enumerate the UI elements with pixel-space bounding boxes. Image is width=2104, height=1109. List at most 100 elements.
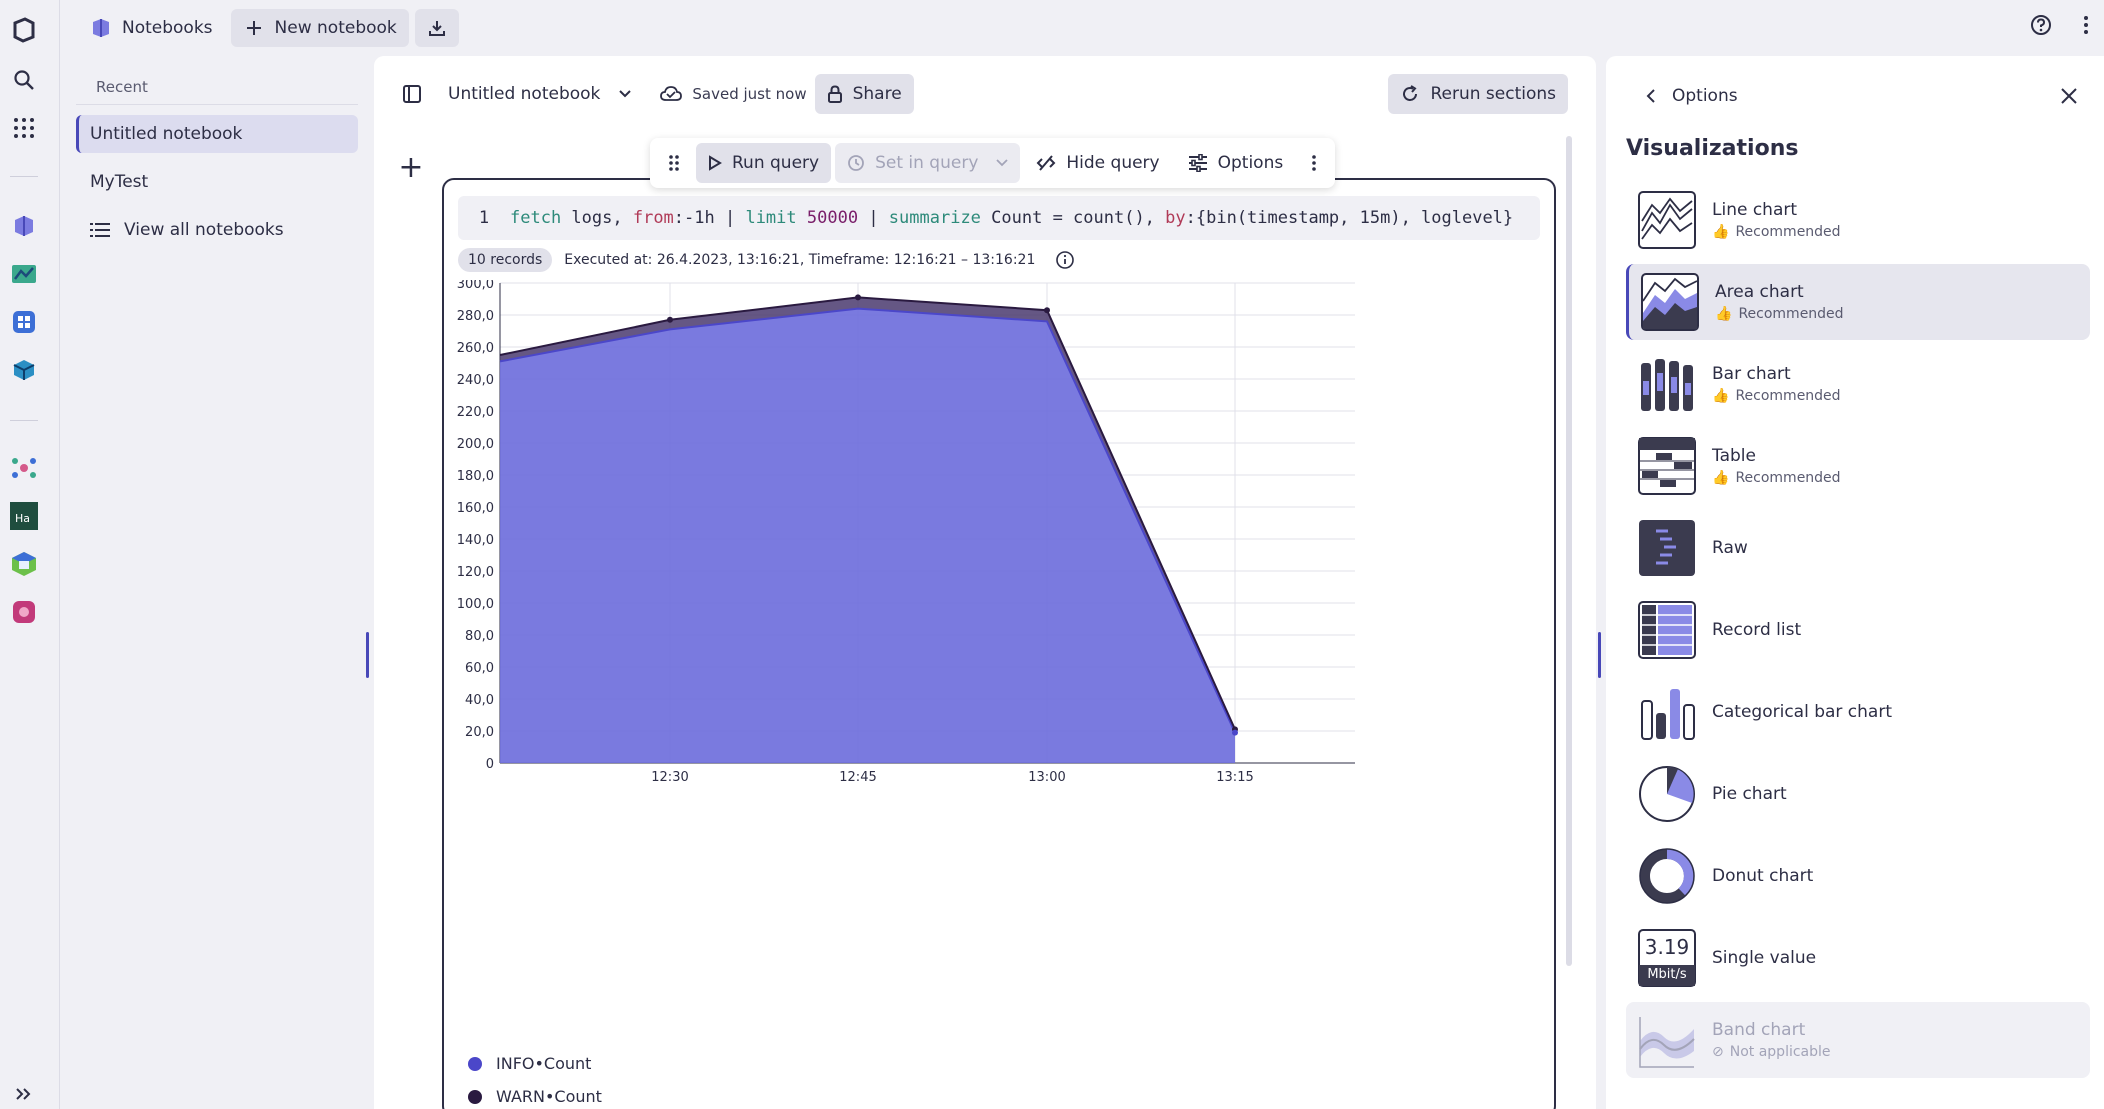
more-vertical-icon[interactable] bbox=[2082, 14, 2090, 41]
download-button[interactable] bbox=[414, 9, 459, 47]
ha-app-icon[interactable]: Ha bbox=[10, 502, 38, 530]
area-info-count bbox=[500, 308, 1235, 763]
thumbs-up-icon: 👍 bbox=[1712, 224, 1730, 240]
notebooks-icon bbox=[90, 17, 112, 39]
x-tick-label: 12:45 bbox=[839, 770, 876, 785]
hide-query-label: Hide query bbox=[1066, 153, 1160, 173]
add-section-button[interactable]: + bbox=[396, 153, 426, 184]
save-status: Saved just now bbox=[660, 85, 807, 103]
visualizations-title: Visualizations bbox=[1626, 136, 1799, 161]
nav-divider bbox=[10, 420, 38, 421]
viz-donut-chart[interactable]: Donut chart bbox=[1626, 838, 2090, 914]
more-vertical-icon[interactable] bbox=[1299, 143, 1329, 183]
viz-table[interactable]: Table 👍 Recommended bbox=[1626, 428, 2090, 504]
legend-label: INFO•Count bbox=[496, 1054, 592, 1073]
query-section: 1 fetch logs, from:-1h | limit 50000 | s… bbox=[442, 178, 1556, 1109]
help-icon[interactable] bbox=[2030, 14, 2052, 41]
y-tick-label: 220,0 bbox=[457, 405, 494, 420]
viz-name: Table bbox=[1712, 446, 1756, 466]
cube-color-app-icon[interactable] bbox=[10, 550, 38, 578]
viz-sub: Recommended bbox=[1738, 306, 1844, 322]
notebooks-app-button[interactable]: Notebooks bbox=[78, 9, 225, 47]
run-query-label: Run query bbox=[732, 153, 820, 173]
pink-app-icon[interactable] bbox=[10, 598, 38, 626]
viz-categorical-bar-chart[interactable]: Categorical bar chart bbox=[1626, 674, 2090, 750]
query-token: summarize bbox=[888, 208, 981, 228]
hub-app-icon[interactable] bbox=[10, 454, 38, 482]
search-icon[interactable] bbox=[10, 66, 38, 94]
info-icon[interactable] bbox=[1055, 250, 1075, 270]
point-warn-count bbox=[1044, 307, 1050, 314]
query-code[interactable]: fetch logs, from:-1h | limit 50000 | sum… bbox=[510, 208, 1513, 228]
plus-icon bbox=[243, 17, 265, 39]
legend-swatch bbox=[468, 1089, 482, 1104]
view-all-notebooks-link[interactable]: View all notebooks bbox=[76, 211, 358, 249]
y-tick-label: 120,0 bbox=[457, 565, 494, 580]
share-button[interactable]: Share bbox=[814, 74, 914, 114]
point-warn-count bbox=[855, 294, 861, 301]
legend-item-warn[interactable]: WARN•Count bbox=[468, 1087, 602, 1106]
apps-app-icon[interactable] bbox=[10, 308, 38, 336]
viz-sub: Not applicable bbox=[1729, 1044, 1831, 1060]
share-label: Share bbox=[852, 84, 902, 104]
viz-line-chart[interactable]: Line chart 👍 Recommended bbox=[1626, 182, 2090, 258]
cube-app-icon[interactable] bbox=[10, 356, 38, 384]
top-bar: Notebooks New notebook bbox=[60, 0, 2104, 56]
recent-item-untitled-notebook[interactable]: Untitled notebook bbox=[76, 115, 358, 153]
viz-single-value[interactable]: 3.19 Mbit/s Single value bbox=[1626, 920, 2090, 996]
viz-name: Area chart bbox=[1715, 282, 1804, 302]
viz-record-list[interactable]: Record list bbox=[1626, 592, 2090, 668]
viz-name: Raw bbox=[1712, 538, 1748, 558]
rerun-sections-button[interactable]: Rerun sections bbox=[1388, 74, 1568, 114]
options-panel: Options Visualizations Line chart 👍 Recom… bbox=[1606, 56, 2104, 1109]
legend-item-info[interactable]: INFO•Count bbox=[468, 1054, 591, 1073]
area-chart-icon bbox=[1641, 273, 1699, 331]
viz-bar-chart[interactable]: Bar chart 👍 Recommended bbox=[1626, 346, 2090, 422]
toggle-sidebar-icon[interactable] bbox=[402, 84, 422, 104]
query-token: from bbox=[632, 208, 674, 228]
thumbs-up-icon: 👍 bbox=[1712, 470, 1730, 486]
notebook-title: Untitled notebook bbox=[448, 84, 601, 104]
area-chart: 0 20,0 40,0 60,0 80,0 100,0 120,0 140,0 160,0 180… bbox=[457, 280, 1355, 785]
options-back-label[interactable]: Options bbox=[1672, 86, 1738, 106]
left-resize-handle[interactable] bbox=[366, 632, 369, 678]
hide-code-icon bbox=[1036, 154, 1056, 172]
close-icon[interactable] bbox=[2060, 87, 2078, 105]
point-info-count bbox=[1232, 729, 1238, 736]
query-editor[interactable]: 1 fetch logs, from:-1h | limit 50000 | s… bbox=[458, 196, 1540, 240]
run-query-button[interactable]: Run query bbox=[696, 143, 832, 183]
viz-pie-chart[interactable]: Pie chart bbox=[1626, 756, 2090, 832]
notebook-title-dropdown[interactable]: Untitled notebook bbox=[448, 84, 632, 104]
point-warn-count bbox=[667, 316, 673, 323]
right-resize-handle[interactable] bbox=[1598, 632, 1601, 678]
drag-handle-icon[interactable] bbox=[656, 143, 692, 183]
viz-name: Pie chart bbox=[1712, 784, 1787, 804]
dynatrace-logo-icon[interactable] bbox=[10, 16, 38, 44]
single-value-icon: 3.19 Mbit/s bbox=[1638, 929, 1696, 987]
chevron-down-icon bbox=[996, 159, 1009, 167]
thumbs-up-icon: 👍 bbox=[1715, 306, 1733, 322]
back-chevron-icon[interactable] bbox=[1646, 88, 1656, 104]
dashboards-app-icon[interactable] bbox=[10, 260, 38, 288]
viz-area-chart[interactable]: Area chart 👍 Recommended bbox=[1626, 264, 2090, 340]
options-button[interactable]: Options bbox=[1176, 143, 1296, 183]
viz-name: Record list bbox=[1712, 620, 1802, 640]
new-notebook-button[interactable]: New notebook bbox=[230, 9, 409, 47]
set-in-query-button[interactable]: Set in query bbox=[835, 143, 1021, 183]
recent-item-mytest[interactable]: MyTest bbox=[76, 163, 358, 201]
raw-icon bbox=[1638, 519, 1696, 577]
viz-band-chart: Band chart ⊘ Not applicable bbox=[1626, 1002, 2090, 1078]
hide-query-button[interactable]: Hide query bbox=[1024, 143, 1171, 183]
y-tick-label: 240,0 bbox=[457, 373, 494, 388]
records-badge: 10 records bbox=[458, 248, 553, 272]
y-tick-label: 0 bbox=[486, 757, 494, 772]
new-notebook-label: New notebook bbox=[274, 18, 397, 38]
svg-text:Ha: Ha bbox=[15, 512, 30, 525]
notebooks-app-icon[interactable] bbox=[10, 212, 38, 240]
apps-grid-icon[interactable] bbox=[10, 114, 38, 142]
viz-raw[interactable]: Raw bbox=[1626, 510, 2090, 586]
viz-sub: Recommended bbox=[1735, 224, 1841, 240]
scrollbar[interactable] bbox=[1566, 136, 1572, 966]
expand-nav-icon[interactable] bbox=[10, 1080, 38, 1108]
query-token: by bbox=[1165, 208, 1186, 228]
